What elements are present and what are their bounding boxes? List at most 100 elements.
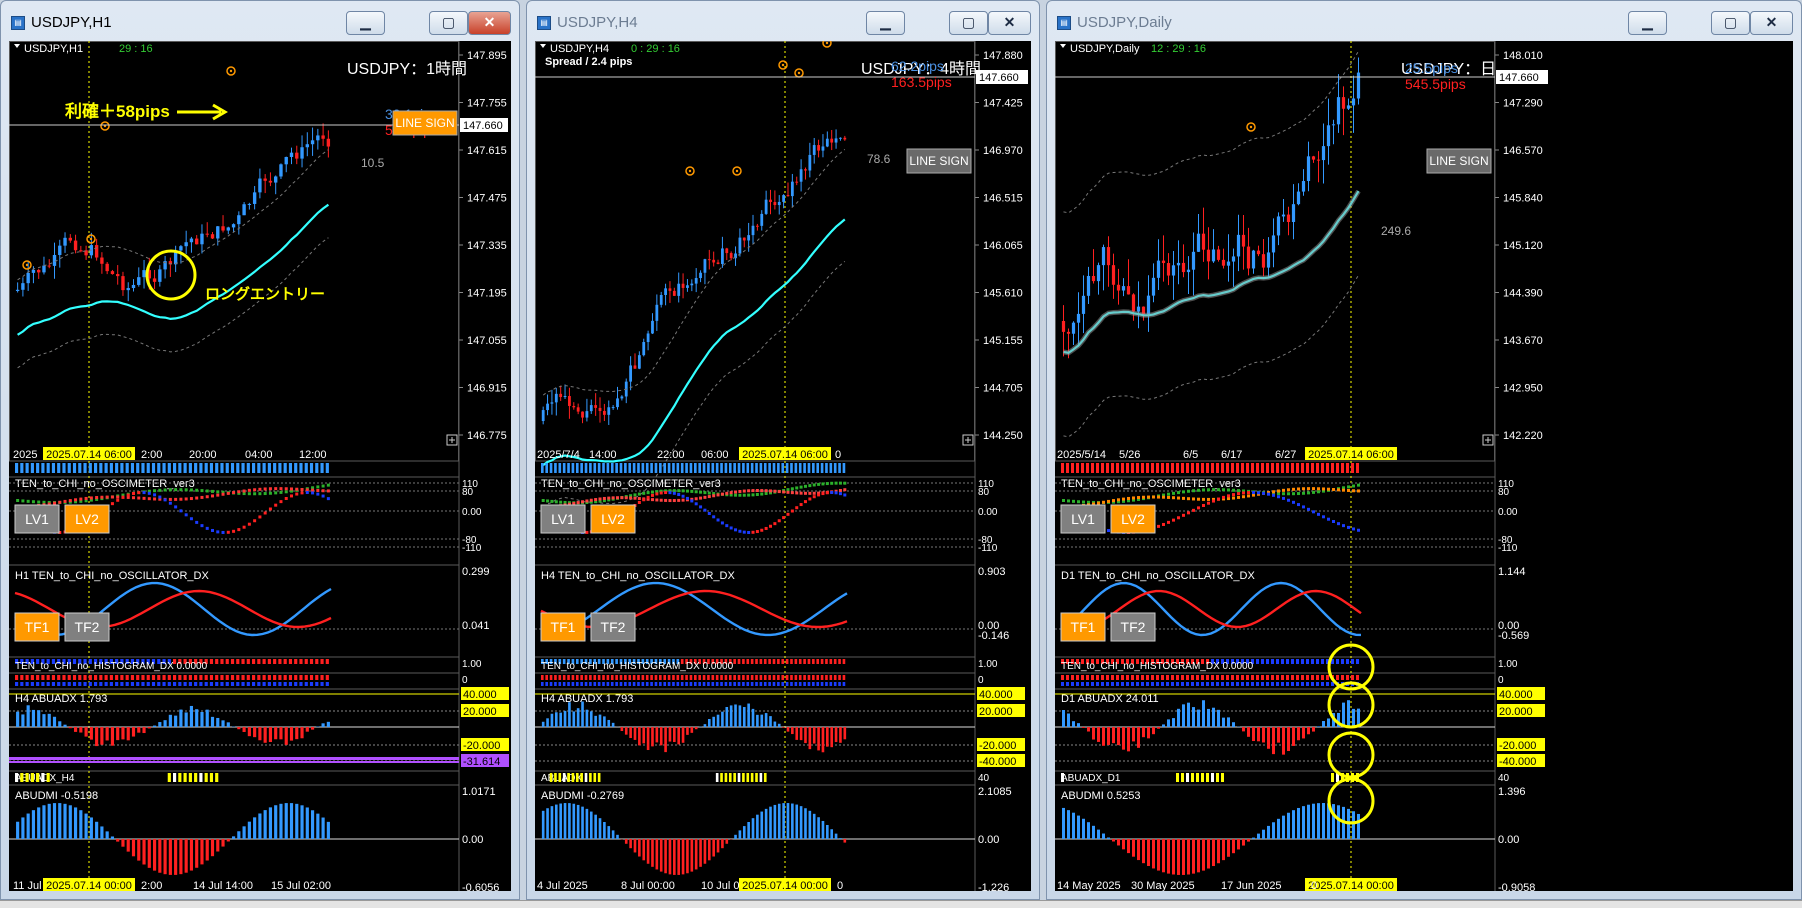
chart-dropdown-icon[interactable] bbox=[1060, 44, 1066, 48]
adx-level-label: -40.000 bbox=[1499, 756, 1536, 768]
osc-signal-dot bbox=[1227, 494, 1230, 498]
title-bar[interactable]: ▤ USDJPY,H1 ▁ ▢ ✕ bbox=[1, 1, 519, 41]
candle-body bbox=[707, 259, 711, 261]
lv1-label[interactable]: LV1 bbox=[1071, 511, 1095, 527]
osc-trail-dot bbox=[1137, 496, 1140, 500]
title-bar[interactable]: ▤ USDJPY,H4 ▁ ▢ ✕ bbox=[527, 1, 1039, 41]
trend-strip-bar bbox=[146, 463, 150, 473]
trend-strip-bar bbox=[1141, 463, 1144, 473]
chart-area[interactable]: 147.660 148.010 147.290 146.570 145.840 145.1… bbox=[1055, 41, 1793, 891]
maximize-button[interactable]: ▢ bbox=[1711, 11, 1750, 35]
chart-area[interactable]: 147.660 147.880 147.425 146.970 146.515 146.0… bbox=[535, 41, 1031, 891]
dmi-bar bbox=[1187, 839, 1190, 875]
trend-strip-bar bbox=[1316, 463, 1319, 473]
candle-body bbox=[755, 225, 759, 227]
tf2-label[interactable]: TF2 bbox=[1121, 619, 1146, 635]
maximize-button[interactable]: ▢ bbox=[949, 11, 988, 35]
dmi-bar bbox=[1222, 839, 1225, 861]
histogram-bar-2 bbox=[1191, 675, 1194, 680]
chart-window-daily[interactable]: ▤ USDJPY,Daily ▁ ▢ ✕ 147.660 148.010 147.290 146… bbox=[1046, 0, 1802, 900]
line-sign-label[interactable]: LINE SIGN bbox=[395, 116, 454, 130]
osc-trail-dot bbox=[594, 498, 598, 502]
osc-tick-label: 80 bbox=[1498, 487, 1510, 498]
histogram-tick-label: 0 bbox=[1498, 675, 1504, 686]
price-tick-label: 143.670 bbox=[1503, 335, 1543, 347]
histogram-bar bbox=[807, 659, 811, 664]
histogram-bar-2 bbox=[215, 675, 219, 680]
histogram-bar-3 bbox=[833, 682, 837, 686]
chart-canvas[interactable]: 147.660147.895147.755147.615147.475147.3… bbox=[9, 41, 511, 891]
minimize-button[interactable]: ▁ bbox=[346, 11, 385, 35]
histogram-bar-2 bbox=[136, 675, 140, 680]
osc-signal-dot bbox=[825, 491, 829, 495]
histogram-bar-2 bbox=[1131, 675, 1134, 680]
histogram-bar-2 bbox=[833, 675, 837, 680]
histogram-bar bbox=[315, 659, 319, 664]
chart-window-h4[interactable]: ▤ USDJPY,H4 ▁ ▢ ✕ 147.660 147.880 147.425 146.97… bbox=[526, 0, 1040, 900]
candle-body bbox=[31, 269, 36, 273]
line-sign-label[interactable]: LINE SIGN bbox=[1429, 154, 1488, 168]
candle-body bbox=[581, 411, 584, 418]
tf1-label[interactable]: TF1 bbox=[551, 619, 576, 635]
close-button[interactable]: ✕ bbox=[468, 11, 511, 35]
tf1-label[interactable]: TF1 bbox=[1071, 619, 1096, 635]
lv2-label[interactable]: LV2 bbox=[601, 511, 625, 527]
histogram-bar-2 bbox=[278, 675, 282, 680]
chart-dropdown-icon[interactable] bbox=[14, 44, 20, 48]
tf2-label[interactable]: TF2 bbox=[75, 619, 100, 635]
moving-average-line bbox=[542, 218, 846, 466]
dmi-bar bbox=[804, 808, 807, 839]
histogram-bar-3 bbox=[1156, 682, 1159, 686]
candle-body bbox=[751, 225, 755, 236]
osc-trail-dot bbox=[1202, 497, 1205, 501]
dmi-tick-label: 1.396 bbox=[1498, 786, 1526, 798]
tf1-label[interactable]: TF1 bbox=[25, 619, 50, 635]
minimize-button[interactable]: ▁ bbox=[866, 11, 905, 35]
chart-area[interactable]: 147.660 147.895 147.755 147.615 147.475 147.3… bbox=[9, 41, 511, 891]
trend-strip-bar bbox=[694, 463, 697, 473]
histogram-bar-2 bbox=[816, 675, 820, 680]
adx-bar bbox=[594, 715, 597, 727]
histogram-bar-3 bbox=[825, 682, 828, 686]
histogram-bar-3 bbox=[720, 682, 723, 686]
trend-strip-bar bbox=[236, 463, 240, 473]
lv1-label[interactable]: LV1 bbox=[551, 511, 575, 527]
minimize-button[interactable]: ▁ bbox=[1628, 11, 1667, 35]
adx-bar bbox=[1352, 708, 1355, 727]
lv2-label[interactable]: LV2 bbox=[75, 511, 99, 527]
osc-signal-dot bbox=[734, 528, 738, 532]
trend-strip-bar bbox=[663, 463, 667, 473]
close-button[interactable]: ✕ bbox=[988, 11, 1031, 35]
dmi-bar bbox=[100, 826, 104, 839]
dmi-bar bbox=[681, 839, 685, 875]
histogram-bar bbox=[215, 659, 219, 664]
candle-body bbox=[1231, 256, 1236, 262]
dmi-bar bbox=[690, 839, 694, 872]
chart-canvas[interactable]: 147.660148.010147.290146.570145.840145.1… bbox=[1055, 41, 1793, 891]
close-button[interactable]: ✕ bbox=[1750, 11, 1793, 35]
histogram-bar-2 bbox=[151, 675, 156, 680]
price-tick-label: 146.065 bbox=[983, 240, 1023, 252]
candle-body bbox=[830, 138, 834, 143]
adx-bar bbox=[1167, 719, 1170, 727]
maximize-button[interactable]: ▢ bbox=[429, 11, 468, 35]
histogram-bar-2 bbox=[807, 675, 811, 680]
chart-canvas[interactable]: 147.660147.880147.425146.970146.515146.0… bbox=[535, 41, 1031, 891]
tf2-label[interactable]: TF2 bbox=[601, 619, 626, 635]
histogram-bar-3 bbox=[842, 682, 846, 686]
adx-bar bbox=[742, 707, 746, 727]
chart-window-h1[interactable]: ▤ USDJPY,H1 ▁ ▢ ✕ 147.660 147.895 147.755 147.61… bbox=[0, 0, 520, 900]
osc-trail-dot bbox=[747, 489, 751, 493]
dmi-tick-label: 0.00 bbox=[462, 834, 483, 846]
chart-dropdown-icon[interactable] bbox=[540, 44, 546, 48]
candle-body bbox=[1256, 250, 1261, 255]
line-sign-label[interactable]: LINE SIGN bbox=[909, 154, 968, 168]
candle-body bbox=[690, 283, 694, 286]
trend-strip-bar bbox=[685, 463, 688, 473]
title-bar[interactable]: ▤ USDJPY,Daily ▁ ▢ ✕ bbox=[1047, 1, 1801, 41]
bottom-time-tick-label: 4 Jul 2025 bbox=[537, 880, 588, 891]
lv2-label[interactable]: LV2 bbox=[1121, 511, 1145, 527]
adx-bar bbox=[817, 727, 820, 751]
histogram-bar-2 bbox=[1321, 675, 1324, 680]
lv1-label[interactable]: LV1 bbox=[25, 511, 49, 527]
